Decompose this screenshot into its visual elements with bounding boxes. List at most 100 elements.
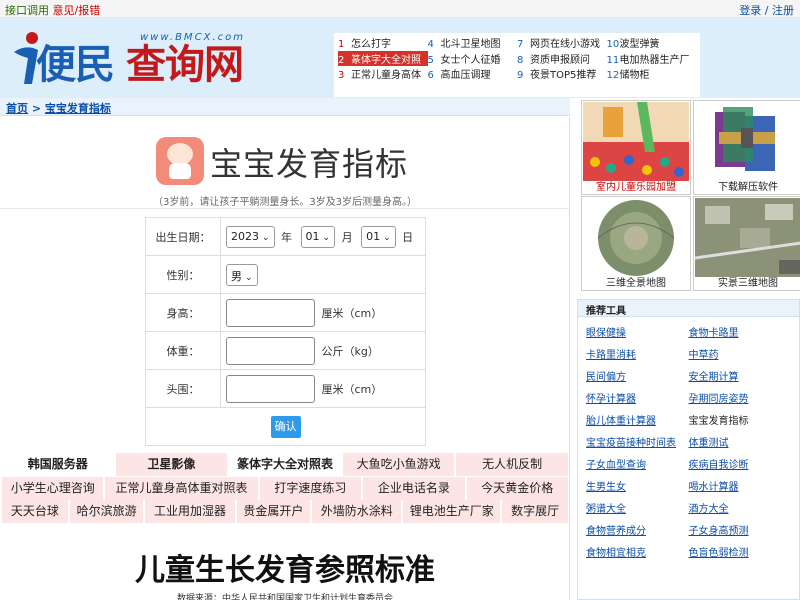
link-item[interactable]: 锂电池生产厂家 bbox=[403, 500, 501, 523]
weight-input[interactable] bbox=[226, 336, 315, 365]
year-select[interactable]: 2023 ⌄ bbox=[226, 225, 275, 248]
hot-item-9[interactable]: 9 夜景TOP5推荐 bbox=[517, 66, 607, 81]
page-subtitle: （3岁前，请让孩子平躺测量身长。3岁及3岁后测量身高。） bbox=[152, 197, 418, 208]
link-item[interactable]: 大鱼吃小鱼游戏 bbox=[342, 453, 455, 476]
tools-grid: 眼保健操 食物卡路里 卡路里消耗 中草药 民间偏方 安全期计算 怀孕计算器 孕期同房姿势 胎儿体… bbox=[578, 317, 799, 562]
hot-item-11[interactable]: 11电加热器生产厂 bbox=[607, 51, 697, 66]
right-sidebar: 室内儿童乐园加盟 下载解压软件 三维全景地图 实景三维地图 推荐工具 眼保健操 … bbox=[577, 98, 800, 600]
tool-link[interactable]: 食物相宜相克 bbox=[586, 544, 689, 559]
link-item[interactable]: 篆体字大全对照表 bbox=[229, 453, 341, 476]
link-item[interactable]: 今天黄金价格 bbox=[466, 476, 568, 500]
link-item[interactable]: 外墙防水涂料 bbox=[312, 500, 402, 523]
hot-item-6[interactable]: 6 高血压调理 bbox=[428, 66, 518, 81]
top-links: 接口调用 意见/报错 bbox=[5, 2, 100, 18]
height-input[interactable] bbox=[226, 298, 315, 327]
tool-link[interactable]: 生男生女 bbox=[586, 478, 689, 493]
link-item[interactable]: 卫星影像 bbox=[115, 453, 228, 476]
link-item[interactable]: 韩国服务器 bbox=[2, 453, 114, 476]
tool-link[interactable]: 宝宝发育指标 bbox=[689, 412, 792, 427]
breadcrumb-home[interactable]: 首页 bbox=[6, 102, 28, 115]
tool-link[interactable]: 中草药 bbox=[689, 346, 792, 361]
tools-row: 食物营养成分 子女身高预测 bbox=[586, 518, 791, 540]
page-title: 宝宝发育指标 bbox=[210, 145, 409, 183]
api-link[interactable]: 接口调用 bbox=[5, 4, 49, 17]
ad-3d-map[interactable]: 实景三维地图 bbox=[693, 196, 800, 291]
hot-item-7[interactable]: 7 网页在线小游戏 bbox=[517, 35, 607, 50]
tool-link[interactable]: 孕期同房姿势 bbox=[689, 390, 792, 405]
head-input[interactable] bbox=[226, 374, 315, 403]
link-item[interactable]: 正常儿童身高体重对照表 bbox=[105, 476, 258, 500]
playground-image bbox=[583, 102, 689, 181]
hot-item-2[interactable]: 2 篆体字大全对照 bbox=[338, 50, 428, 66]
hot-item-5[interactable]: 5 女士个人征婚 bbox=[428, 51, 518, 66]
tools-row: 胎儿体重计算器 宝宝发育指标 bbox=[586, 408, 791, 430]
tool-link[interactable]: 酒方大全 bbox=[689, 500, 792, 515]
tool-link[interactable]: 胎儿体重计算器 bbox=[586, 412, 689, 427]
logo-text-bianmin: 便民 bbox=[36, 42, 115, 88]
tool-link[interactable]: 食物营养成分 bbox=[586, 522, 689, 537]
ad-caption: 实景三维地图 bbox=[718, 278, 778, 289]
link-item[interactable]: 哈尔滨旅游 bbox=[69, 500, 144, 523]
link-item[interactable]: 工业用加湿器 bbox=[145, 500, 235, 523]
gender-select[interactable]: 男 ⌄ bbox=[226, 263, 258, 286]
tool-link[interactable]: 眼保健操 bbox=[586, 324, 689, 339]
tools-row: 宝宝疫苗接种时间表 体重测试 bbox=[586, 430, 791, 452]
link-item[interactable]: 天天台球 bbox=[2, 500, 68, 523]
link-item[interactable]: 企业电话名录 bbox=[363, 476, 465, 500]
link-item[interactable]: 打字速度练习 bbox=[259, 476, 362, 500]
link-item[interactable]: 无人机反制 bbox=[456, 453, 568, 476]
tool-link[interactable]: 卡路里消耗 bbox=[586, 346, 689, 361]
tool-link[interactable]: 民间偏方 bbox=[586, 368, 689, 383]
ad-caption: 三维全景地图 bbox=[606, 278, 666, 289]
hot-item-4[interactable]: 4 北斗卫星地图 bbox=[428, 35, 518, 50]
site-logo[interactable]: 便民 查询网 www.BMCX.com bbox=[8, 28, 248, 90]
gender-row: 性别： 男 ⌄ bbox=[145, 255, 426, 294]
tool-link[interactable]: 子女身高预测 bbox=[689, 522, 792, 537]
baby-icon bbox=[156, 137, 204, 185]
ad-caption: 下载解压软件 bbox=[718, 182, 778, 193]
tool-link[interactable]: 宝宝疫苗接种时间表 bbox=[586, 434, 689, 449]
tool-link[interactable]: 疾病自我诊断 bbox=[689, 456, 792, 471]
ad-playground[interactable]: 室内儿童乐园加盟 bbox=[581, 100, 691, 195]
height-unit: 厘米（cm） bbox=[321, 306, 383, 320]
link-row: 小学生心理咨询 正常儿童身高体重对照表 打字速度练习 企业电话名录 今天黄金价格 bbox=[2, 476, 570, 500]
confirm-button[interactable]: 确认 bbox=[270, 415, 301, 438]
tool-link[interactable]: 食物卡路里 bbox=[689, 324, 792, 339]
title-area: 宝宝发育指标 （3岁前，请让孩子平躺测量身长。3岁及3岁后测量身高。） bbox=[0, 117, 570, 209]
month-select[interactable]: 01 ⌄ bbox=[300, 225, 336, 248]
tool-link[interactable]: 喝水计算器 bbox=[689, 478, 792, 493]
recommended-tools: 推荐工具 眼保健操 食物卡路里 卡路里消耗 中草药 民间偏方 安全期计算 怀孕计算器 孕期同房… bbox=[577, 299, 800, 600]
tools-row: 民间偏方 安全期计算 bbox=[586, 364, 791, 386]
ad-caption: 室内儿童乐园加盟 bbox=[596, 182, 676, 193]
data-source: 数据来源：中华人民共和国国家卫生和计划生育委员会 bbox=[176, 594, 393, 600]
hot-item-1[interactable]: 1 怎么打字 bbox=[338, 35, 428, 50]
tool-link[interactable]: 色盲色弱检测 bbox=[689, 544, 792, 559]
tools-heading: 推荐工具 bbox=[578, 300, 799, 317]
hot-row: 2 篆体字大全对照 5 女士个人征婚 8 资质申报顾问 11电加热器生产厂 bbox=[338, 50, 697, 67]
tool-link[interactable]: 子女血型查询 bbox=[586, 456, 689, 471]
tool-link[interactable]: 体重测试 bbox=[689, 434, 792, 449]
site-header: 便民 查询网 www.BMCX.com 1 怎么打字 4 北斗卫星地图 7 网页在线小… bbox=[0, 18, 800, 98]
tools-row: 卡路里消耗 中草药 bbox=[586, 342, 791, 364]
login-register-link[interactable]: 登录 / 注册 bbox=[739, 2, 794, 18]
day-unit: 日 bbox=[402, 230, 414, 244]
link-item[interactable]: 小学生心理咨询 bbox=[2, 476, 104, 500]
ad-unzip-software[interactable]: 下载解压软件 bbox=[693, 100, 800, 195]
head-row: 头围： 厘米（cm） bbox=[145, 369, 426, 408]
breadcrumb-current[interactable]: 宝宝发育指标 bbox=[45, 102, 111, 115]
tool-link[interactable]: 安全期计算 bbox=[689, 368, 792, 383]
hot-item-3[interactable]: 3 正常儿童身高体 bbox=[338, 66, 428, 81]
hot-item-8[interactable]: 8 资质申报顾问 bbox=[517, 51, 607, 66]
chevron-down-icon: ⌄ bbox=[322, 232, 331, 243]
tool-link[interactable]: 粥谱大全 bbox=[586, 500, 689, 515]
tool-link[interactable]: 怀孕计算器 bbox=[586, 390, 689, 405]
hot-item-12[interactable]: 12储物柜 bbox=[607, 66, 697, 81]
hot-item-10[interactable]: 10波型弹簧 bbox=[607, 35, 697, 50]
ad-panorama-map[interactable]: 三维全景地图 bbox=[581, 196, 691, 291]
day-select[interactable]: 01 ⌄ bbox=[361, 225, 396, 248]
link-item[interactable]: 数字展厅 bbox=[502, 500, 569, 523]
birth-row: 出生日期： 2023 ⌄ 年 01 ⌄ 月 01 ⌄ 日 bbox=[145, 217, 426, 256]
link-item[interactable]: 贵金属开户 bbox=[236, 500, 311, 523]
breadcrumb: 首页 > 宝宝发育指标 bbox=[0, 98, 570, 116]
feedback-link[interactable]: 意见/报错 bbox=[53, 4, 101, 17]
